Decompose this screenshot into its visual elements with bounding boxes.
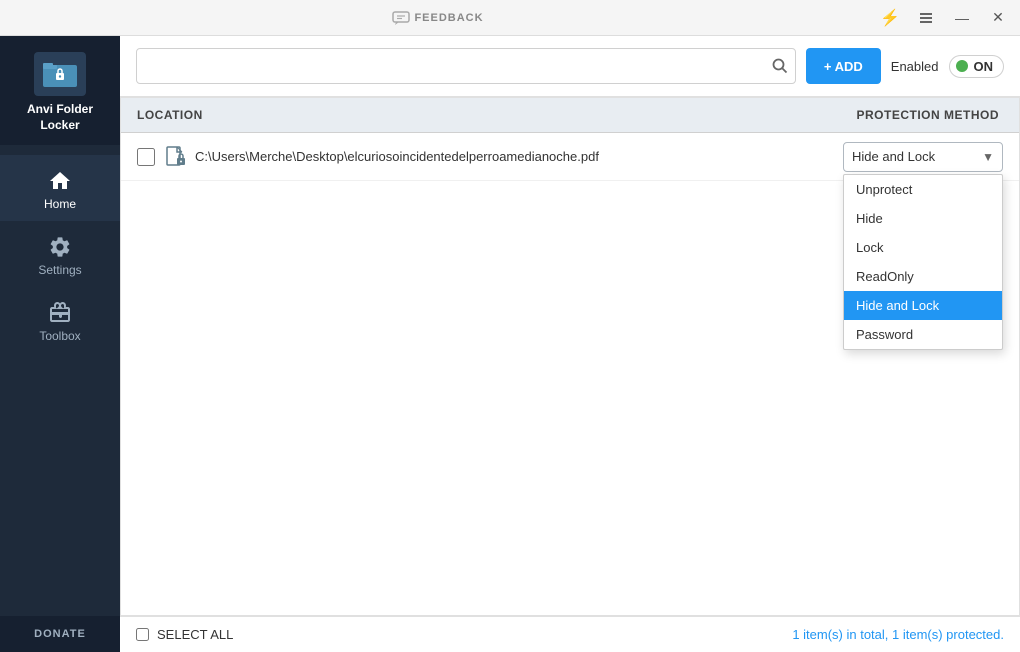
minimize-btn[interactable]: —	[948, 6, 976, 30]
titlebar: FEEDBACK ⚡ — ✕	[0, 0, 1020, 36]
feedback-area: FEEDBACK	[392, 11, 483, 25]
sidebar-label-toolbox: Toolbox	[39, 329, 80, 343]
dropdown-item-hide[interactable]: Hide	[844, 204, 1002, 233]
logo-icon	[34, 52, 86, 96]
select-all-checkbox[interactable]	[136, 628, 149, 641]
table-header: LOCATION PROTECTION METHOD	[121, 98, 1019, 133]
selected-method: Hide and Lock	[852, 149, 935, 164]
home-icon	[48, 169, 72, 193]
toolbar: + ADD Enabled ON	[120, 36, 1020, 97]
sidebar-label-settings: Settings	[38, 263, 81, 277]
method-select[interactable]: Hide and Lock ▼	[843, 142, 1003, 172]
toggle-text: ON	[974, 59, 994, 74]
menu-btn[interactable]	[912, 6, 940, 30]
toggle-switch[interactable]: ON	[949, 55, 1005, 78]
dropdown-item-unprotect[interactable]: Unprotect	[844, 175, 1002, 204]
footer-left: SELECT ALL	[136, 627, 233, 642]
sidebar-item-settings[interactable]: Settings	[0, 221, 120, 287]
footer: SELECT ALL 1 item(s) in total, 1 item(s)…	[120, 616, 1020, 652]
dropdown-item-hide-and-lock[interactable]: Hide and Lock	[844, 291, 1002, 320]
search-button[interactable]	[772, 58, 788, 74]
search-icon	[772, 58, 788, 74]
add-button[interactable]: + ADD	[806, 48, 881, 84]
dropdown-item-readonly[interactable]: ReadOnly	[844, 262, 1002, 291]
table-body: C:\Users\Merche\Desktop\elcuriosoinciden…	[121, 133, 1019, 615]
app-name: Anvi Folder Locker	[27, 102, 93, 133]
folder-lock-icon	[42, 59, 78, 89]
file-icon	[165, 146, 187, 168]
close-btn[interactable]: ✕	[984, 6, 1012, 30]
table-area: LOCATION PROTECTION METHOD	[120, 97, 1020, 616]
pdf-icon	[166, 146, 186, 168]
donate-button[interactable]: DONATE	[0, 616, 120, 652]
dropdown-arrow-icon: ▼	[982, 150, 994, 164]
content-area: + ADD Enabled ON LOCATION PROTECTION MET…	[120, 36, 1020, 652]
sidebar-logo: Anvi Folder Locker	[0, 36, 120, 145]
sidebar-label-home: Home	[44, 197, 76, 211]
file-path: C:\Users\Merche\Desktop\elcuriosoinciden…	[195, 149, 843, 164]
settings-icon	[48, 235, 72, 259]
hamburger-icon	[919, 12, 933, 24]
row-checkbox[interactable]	[137, 148, 155, 166]
search-input[interactable]	[136, 48, 796, 84]
feedback-label[interactable]: FEEDBACK	[414, 12, 483, 24]
table-row: C:\Users\Merche\Desktop\elcuriosoinciden…	[121, 133, 1019, 181]
dropdown-item-password[interactable]: Password	[844, 320, 1002, 349]
dropdown-menu: Unprotect Hide Lock ReadOnly Hide and Lo…	[843, 174, 1003, 350]
main-wrapper: Anvi Folder Locker Home Settings	[0, 36, 1020, 652]
chat-icon	[392, 11, 410, 25]
sidebar-item-home[interactable]: Home	[0, 155, 120, 221]
sidebar-nav: Home Settings Toolbox	[0, 145, 120, 616]
select-all-label: SELECT ALL	[157, 627, 233, 642]
lightning-btn[interactable]: ⚡	[876, 6, 904, 30]
footer-status: 1 item(s) in total, 1 item(s) protected.	[792, 627, 1004, 642]
sidebar: Anvi Folder Locker Home Settings	[0, 36, 120, 652]
toolbox-icon	[48, 301, 72, 325]
dropdown-item-lock[interactable]: Lock	[844, 233, 1002, 262]
enabled-label: Enabled	[891, 59, 939, 74]
donate-label: DONATE	[34, 628, 86, 640]
search-area	[136, 48, 796, 84]
toggle-dot	[956, 60, 968, 72]
sidebar-item-toolbox[interactable]: Toolbox	[0, 287, 120, 353]
add-label: + ADD	[824, 59, 863, 74]
method-dropdown-wrapper: Hide and Lock ▼ Unprotect Hide Lock Read…	[843, 142, 1003, 172]
col-method-header: PROTECTION METHOD	[803, 108, 1003, 122]
col-location-header: LOCATION	[137, 108, 803, 122]
